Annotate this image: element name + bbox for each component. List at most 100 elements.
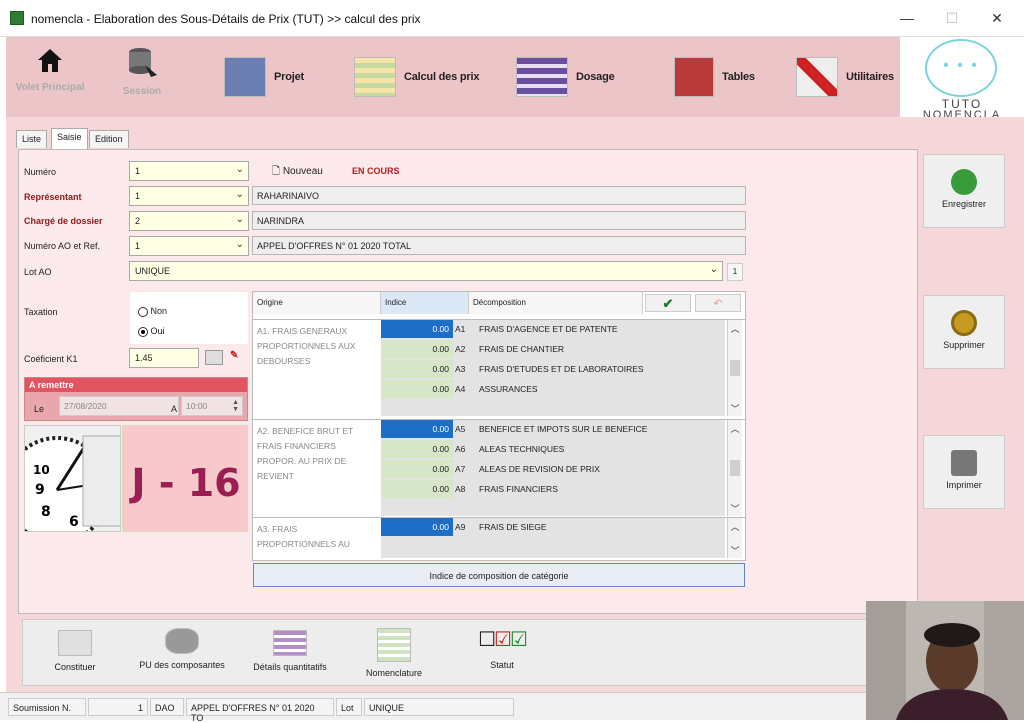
save-database-icon bbox=[951, 169, 977, 195]
details-quantitatifs-button[interactable]: Détails quantitatifs bbox=[246, 626, 334, 672]
representant-label: Représentant bbox=[24, 192, 82, 202]
constituer-button[interactable]: Constituer bbox=[40, 626, 110, 672]
table-row[interactable]: 0.00 A7 ALEAS DE REVISION DE PRIX bbox=[381, 460, 725, 480]
details-icon bbox=[273, 630, 307, 656]
remise-panel: A remettre Le 27/08/2020 A 10:00 ▲ ▼ bbox=[24, 377, 248, 421]
minimize-button[interactable]: — bbox=[892, 6, 922, 30]
chevron-down-icon: ⌄ bbox=[709, 264, 718, 275]
time-input[interactable]: 10:00 ▲ ▼ bbox=[181, 396, 243, 416]
pu-composantes-button[interactable]: PU des composantes bbox=[130, 624, 234, 670]
charge-combo[interactable]: 2 ⌄ bbox=[129, 211, 249, 231]
delete-button[interactable]: Supprimer bbox=[923, 295, 1005, 369]
header-origine: Origine bbox=[253, 292, 381, 314]
maximize-button[interactable]: ☐ bbox=[937, 6, 967, 30]
chevron-down-icon: ⌄ bbox=[235, 189, 244, 200]
table-row[interactable]: 0.00 A9 FRAIS DE SIEGE bbox=[381, 518, 725, 538]
countdown-panel: J - 16 bbox=[122, 425, 248, 532]
composition-grid: Origine Indice Décomposition ✔ ↶ A1. FRA… bbox=[252, 291, 746, 561]
calcul-des-prix-button[interactable]: Calcul des prix bbox=[354, 47, 479, 107]
printer-icon bbox=[951, 450, 977, 476]
reset-icon[interactable]: ✎ bbox=[230, 350, 244, 364]
header-indice: Indice bbox=[381, 292, 469, 314]
trash-icon bbox=[951, 310, 977, 336]
header-decomposition: Décomposition bbox=[469, 292, 643, 314]
save-button[interactable]: Enregistrer bbox=[923, 154, 1005, 228]
table-row[interactable]: 0.00 A3 FRAIS D'ETUDES ET DE LABORATOIRES bbox=[381, 360, 725, 380]
remise-title: A remettre bbox=[25, 378, 247, 392]
coef-label: Coéficient K1 bbox=[24, 354, 78, 364]
scrollbar[interactable]: ︿ ﹀ bbox=[727, 420, 742, 516]
lot-number: 1 bbox=[727, 263, 743, 281]
print-button[interactable]: Imprimer bbox=[923, 435, 1005, 509]
rows-area: 0.00 A9 FRAIS DE SIEGE bbox=[381, 518, 725, 558]
table-row[interactable]: 0.00 A2 FRAIS DE CHANTIER bbox=[381, 340, 725, 360]
indice-composition-button[interactable]: Indice de composition de catégorie bbox=[253, 563, 745, 587]
utilitaires-button[interactable]: Utilitaires bbox=[796, 47, 894, 107]
date-input[interactable]: 27/08/2020 bbox=[59, 396, 179, 416]
tab-edition[interactable]: Edition bbox=[89, 130, 129, 148]
chevron-down-icon: ⌄ bbox=[235, 214, 244, 225]
speech-bubble-icon: • • • bbox=[925, 39, 997, 97]
countdown-text: J - 16 bbox=[131, 461, 241, 505]
status-badge: EN COURS bbox=[352, 166, 400, 176]
rows-area: 0.00 A1 FRAIS D'AGENCE ET DE PATENTE 0.00 A… bbox=[381, 320, 725, 416]
svg-text:9: 9 bbox=[35, 482, 45, 498]
validate-check-icon[interactable]: ✔ bbox=[645, 294, 691, 312]
volet-principal-button[interactable]: Volet Principal bbox=[10, 45, 90, 93]
charge-label: Chargé de dossier bbox=[24, 216, 103, 226]
scrollbar[interactable]: ︿ ﹀ bbox=[727, 518, 742, 558]
soumission-label: Soumission N. bbox=[8, 698, 86, 716]
list-icon bbox=[516, 57, 568, 97]
date-label: Le bbox=[34, 404, 45, 414]
table-row[interactable]: 0.00 A6 ALEAS TECHNIQUES bbox=[381, 440, 725, 460]
calculator-icon[interactable] bbox=[205, 350, 223, 365]
svg-text:6: 6 bbox=[69, 514, 79, 530]
chevron-down-icon: ⌄ bbox=[235, 164, 244, 175]
taxation-oui-radio[interactable]: Oui bbox=[138, 326, 165, 337]
table-row[interactable]: 0.00 A5 BENEFICE ET IMPOTS SUR LE BENEFICE bbox=[381, 420, 725, 440]
projet-button[interactable]: Projet bbox=[224, 47, 304, 107]
section-a1: A1. FRAIS GENERAUX PROPORTIONNELS AUX DE… bbox=[253, 319, 745, 417]
spin-icon[interactable]: ▲ ▼ bbox=[232, 399, 239, 413]
constituer-icon bbox=[58, 630, 92, 656]
lot-label: Lot AO bbox=[24, 267, 52, 277]
undo-icon[interactable]: ↶ bbox=[695, 294, 741, 312]
tab-saisie[interactable]: Saisie bbox=[51, 128, 88, 149]
nomenclature-button[interactable]: Nomenclature bbox=[356, 624, 432, 678]
taxation-label: Taxation bbox=[24, 307, 58, 317]
ao-label: Numéro AO et Ref. bbox=[24, 241, 101, 251]
close-button[interactable]: ✕ bbox=[982, 6, 1012, 30]
section-a3: A3. FRAIS PROPORTIONNELS AU 0.00 A9 FRAIS … bbox=[253, 517, 745, 559]
section-a2: A2. BENEFICE BRUT ET FRAIS FINANCIERS PR… bbox=[253, 419, 745, 517]
books-icon bbox=[224, 57, 266, 97]
ao-combo[interactable]: 1 ⌄ bbox=[129, 236, 249, 256]
numero-label: Numéro bbox=[24, 167, 57, 177]
session-button[interactable]: Session bbox=[102, 45, 182, 97]
nouveau-button[interactable]: 🗋 Nouveau bbox=[272, 164, 323, 181]
section-description: A2. BENEFICE BRUT ET FRAIS FINANCIERS PR… bbox=[257, 426, 354, 481]
scrollbar[interactable]: ︿ ﹀ bbox=[727, 320, 742, 416]
dao-value: APPEL D'OFFRES N° 01 2020 TO bbox=[186, 698, 334, 723]
statut-button[interactable]: ☐☑☑ Statut bbox=[466, 626, 538, 670]
table-row[interactable]: 0.00 A8 FRAIS FINANCIERS bbox=[381, 480, 725, 500]
coins-icon bbox=[165, 628, 199, 654]
svg-text:8: 8 bbox=[41, 504, 51, 520]
title-bar: nomencla - Elaboration des Sous-Détails … bbox=[0, 0, 1024, 37]
table-row[interactable]: 0.00 A4 ASSURANCES bbox=[381, 380, 725, 400]
chevron-down-icon: ⌄ bbox=[235, 239, 244, 250]
clock-icon: 9 10 8 6 bbox=[25, 435, 120, 531]
representant-combo[interactable]: 1 ⌄ bbox=[129, 186, 249, 206]
numero-combo[interactable]: 1 ⌄ bbox=[129, 161, 249, 181]
database-icon bbox=[129, 48, 157, 77]
clock-image: 9 10 8 6 bbox=[24, 425, 121, 532]
coef-input[interactable]: 1.45 bbox=[129, 348, 199, 368]
dosage-button[interactable]: Dosage bbox=[516, 47, 615, 107]
taxation-non-radio[interactable]: Non bbox=[138, 306, 167, 317]
tables-icon bbox=[674, 57, 714, 97]
lot-combo[interactable]: UNIQUE ⌄ bbox=[129, 261, 723, 281]
table-row[interactable]: 0.00 A1 FRAIS D'AGENCE ET DE PATENTE bbox=[381, 320, 725, 340]
webcam-overlay bbox=[866, 601, 1024, 720]
nomenclature-icon bbox=[377, 628, 411, 662]
tab-liste[interactable]: Liste bbox=[16, 130, 48, 148]
tables-button[interactable]: Tables bbox=[674, 47, 755, 107]
